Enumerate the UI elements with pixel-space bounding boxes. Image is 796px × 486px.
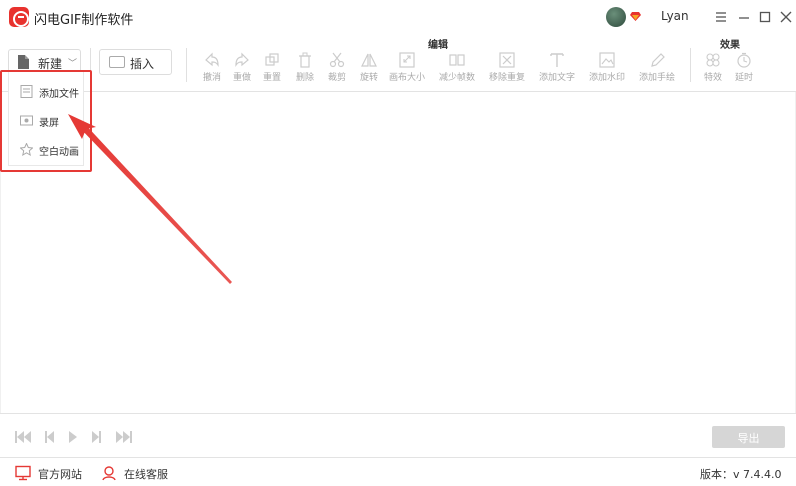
menu-icon[interactable]	[712, 8, 730, 26]
export-button[interactable]: 导出	[712, 426, 785, 448]
delay-label: 延时	[734, 73, 753, 83]
export-button-label: 导出	[737, 433, 760, 445]
version-text: 版本：v 7.4.4.0	[700, 468, 782, 481]
monitor-icon	[15, 465, 31, 481]
effects-group-label: 效果	[720, 40, 740, 51]
divider	[186, 48, 187, 82]
add-watermark-button[interactable]: 添加水印	[587, 52, 627, 86]
canvas-size-button[interactable]: 画布大小	[387, 52, 427, 86]
rotate-button[interactable]: 旋转	[349, 52, 389, 86]
add-watermark-label: 添加水印	[588, 73, 625, 83]
add-text-label: 添加文字	[538, 73, 575, 83]
clock-icon	[737, 52, 751, 68]
divider	[690, 48, 691, 82]
remove-duplicates-icon	[499, 52, 515, 68]
scissors-icon	[329, 52, 345, 68]
insert-icon	[109, 56, 125, 68]
canvas-area[interactable]	[0, 92, 796, 413]
reduce-frames-label: 减少帧数	[438, 73, 475, 83]
play-icon[interactable]	[64, 430, 82, 444]
support-agent-icon	[102, 466, 116, 481]
last-frame-icon[interactable]	[115, 430, 133, 444]
edit-group-label: 编辑	[428, 40, 448, 51]
text-icon	[550, 53, 564, 67]
user-avatar[interactable]	[606, 7, 626, 27]
canvas-size-icon	[399, 52, 415, 68]
rotate-icon	[361, 53, 377, 67]
remove-duplicates-label: 移除重复	[488, 73, 525, 83]
reset-icon	[265, 53, 279, 66]
reduce-frames-icon	[449, 54, 465, 66]
insert-button[interactable]: 插入	[99, 49, 172, 75]
minimize-icon[interactable]	[735, 8, 753, 26]
effects-icon	[706, 53, 720, 67]
undo-icon	[205, 52, 219, 67]
maximize-icon[interactable]	[756, 8, 774, 26]
watermark-icon	[599, 52, 615, 68]
status-bar: 官方网站 在线客服 版本：v 7.4.4.0	[0, 457, 796, 486]
add-drawing-label: 添加手绘	[638, 73, 675, 83]
title-bar: 闪电GIF制作软件 Lyan	[0, 0, 796, 34]
official-website-label: 官方网站	[38, 468, 82, 481]
online-support-link[interactable]: 在线客服	[101, 465, 201, 481]
canvas-size-label: 画布大小	[388, 73, 425, 83]
remove-duplicates-button[interactable]: 移除重复	[487, 52, 527, 86]
first-frame-icon[interactable]	[14, 430, 32, 444]
username[interactable]: Lyan	[661, 9, 689, 23]
official-website-link[interactable]: 官方网站	[15, 465, 85, 481]
close-icon[interactable]	[777, 8, 795, 26]
vip-diamond-icon[interactable]	[630, 12, 641, 21]
toolbar: 新建 ﹀ 插入 编辑 效果 撤消 重做 重置 删除 裁剪 旋转 画布大小 减少帧…	[0, 34, 796, 92]
reduce-frames-button[interactable]: 减少帧数	[437, 52, 477, 86]
playback-bar: 导出	[0, 413, 796, 457]
online-support-label: 在线客服	[124, 468, 168, 481]
previous-frame-icon[interactable]	[40, 430, 58, 444]
trash-icon	[299, 52, 311, 68]
chevron-down-icon: ﹀	[68, 59, 78, 69]
redo-icon	[235, 52, 249, 67]
app-title: 闪电GIF制作软件	[34, 13, 134, 28]
next-frame-icon[interactable]	[88, 430, 106, 444]
delay-button[interactable]: 延时	[724, 52, 764, 86]
rotate-label: 旋转	[359, 73, 378, 83]
pen-icon	[651, 53, 665, 67]
insert-button-label: 插入	[130, 57, 155, 71]
add-drawing-button[interactable]: 添加手绘	[637, 52, 677, 86]
app-logo-icon	[9, 7, 29, 27]
new-file-icon	[18, 55, 29, 69]
add-text-button[interactable]: 添加文字	[537, 52, 577, 86]
highlight-box	[0, 70, 92, 172]
